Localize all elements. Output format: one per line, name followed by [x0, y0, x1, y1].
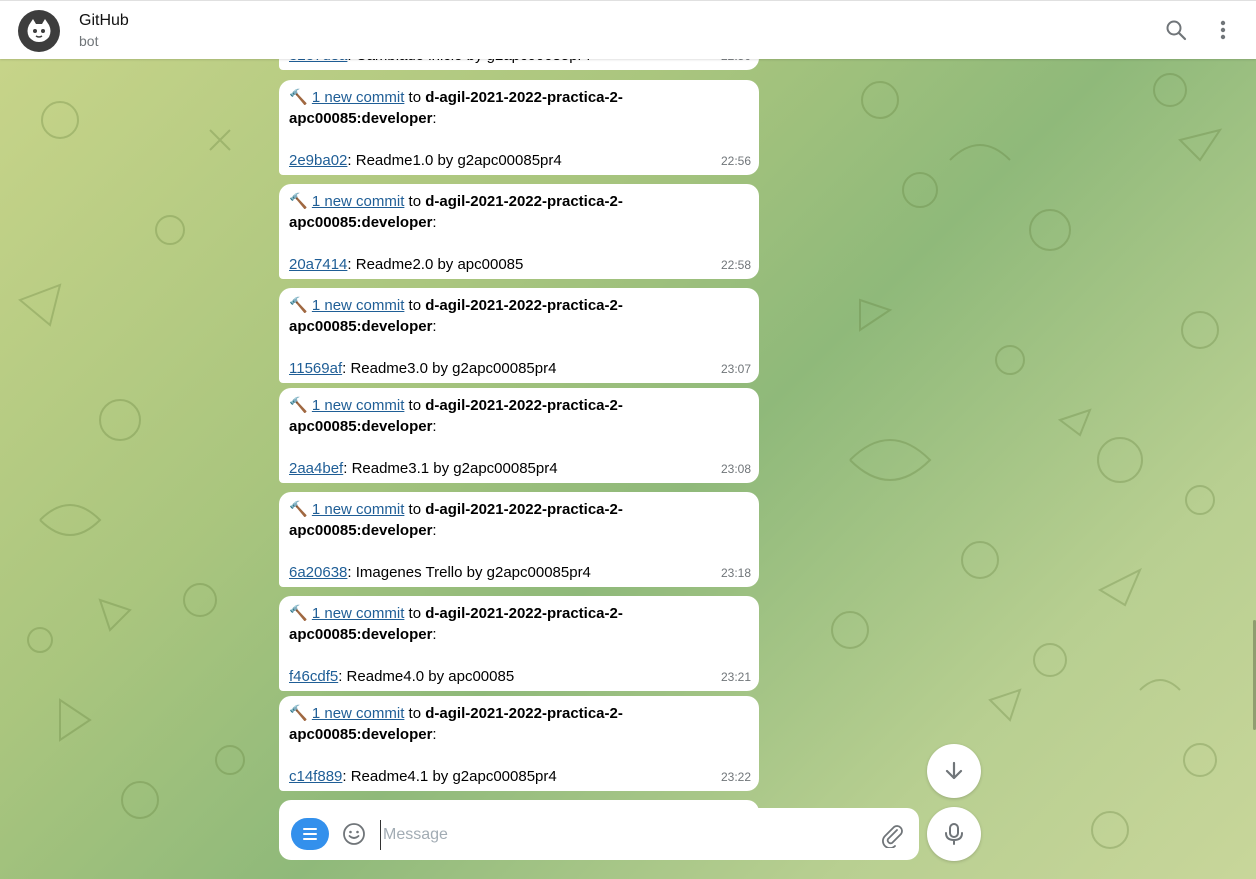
commit-message: : Readme3.1 by g2apc00085pr4 — [343, 460, 558, 477]
hammer-icon: 🔨 — [289, 89, 308, 106]
branch-name: apc00085:developer — [289, 522, 433, 539]
arrow-down-icon — [945, 761, 963, 780]
branch-name: apc00085:developer — [289, 214, 433, 231]
message-bubble[interactable]: 🔨 1 new commit to d-agil-2021-2022-pract… — [279, 388, 759, 483]
colon-text: : — [432, 726, 437, 743]
message-bubble[interactable]: 🔨 1 new commit to d-agil-2021-2022-pract… — [279, 288, 759, 383]
new-commit-link[interactable]: 1 new commit — [312, 605, 405, 622]
new-commit-link[interactable]: 1 new commit — [312, 193, 405, 210]
branch-name: apc00085:developer — [289, 110, 433, 127]
message-time: 23:22 — [720, 770, 751, 784]
new-commit-link[interactable]: 1 new commit — [312, 705, 405, 722]
commit-hash-link[interactable]: 6a20638 — [289, 564, 347, 581]
commit-hash-link[interactable]: 2aa4bef — [289, 460, 343, 477]
new-commit-link[interactable]: 1 new commit — [312, 397, 405, 414]
branch-name: apc00085:developer — [289, 318, 433, 335]
message-bubble[interactable]: 🔨 1 new commit to d-agil-2021-2022-pract… — [279, 184, 759, 279]
message-to-text: to — [404, 605, 426, 622]
new-commit-link[interactable]: 1 new commit — [312, 501, 405, 518]
colon-text: : — [432, 626, 437, 643]
message-time: 23:07 — [720, 362, 751, 376]
message-bubble[interactable]: 🔨 1 new commit to d-agil-2021-2022-pract… — [279, 596, 759, 691]
colon-text: : — [432, 418, 437, 435]
search-icon — [1166, 20, 1187, 41]
repo-name: d-agil-2021-2022-practica-2- — [425, 297, 623, 314]
repo-name: d-agil-2021-2022-practica-2- — [425, 501, 623, 518]
commit-message: : Readme3.0 by g2apc00085pr4 — [342, 360, 557, 377]
message-to-text: to — [404, 297, 426, 314]
repo-name: d-agil-2021-2022-practica-2- — [425, 605, 623, 622]
hammer-icon: 🔨 — [289, 705, 308, 722]
hammer-icon: 🔨 — [289, 397, 308, 414]
voice-message-button[interactable] — [927, 807, 981, 861]
branch-name: apc00085:developer — [289, 418, 433, 435]
chat-title: GitHub — [79, 12, 129, 29]
bot-menu-button[interactable] — [291, 818, 329, 850]
message-bubble[interactable]: 🔨 1 new commit to d-agil-2021-2022-pract… — [279, 696, 759, 791]
colon-text: : — [432, 110, 437, 127]
more-options-button[interactable] — [1208, 15, 1238, 45]
search-button[interactable] — [1161, 15, 1191, 45]
hammer-icon: 🔨 — [289, 605, 308, 622]
colon-text: : — [432, 214, 437, 231]
message-to-text: to — [404, 501, 426, 518]
hammer-icon: 🔨 — [289, 297, 308, 314]
new-commit-link[interactable]: 1 new commit — [312, 89, 405, 106]
colon-text: : — [432, 318, 437, 335]
commit-message: : Imagenes Trello by g2apc00085pr4 — [347, 564, 591, 581]
commit-hash-link[interactable]: f46cdf5 — [289, 668, 338, 685]
repo-name: d-agil-2021-2022-practica-2- — [425, 89, 623, 106]
hammer-icon: 🔨 — [289, 193, 308, 210]
message-to-text: to — [404, 397, 426, 414]
branch-name: apc00085:developer — [289, 726, 433, 743]
more-vertical-icon — [1220, 20, 1226, 40]
message-bubble[interactable]: 🔨 1 new commit to d-agil-2021-2022-pract… — [279, 492, 759, 587]
colon-text: : — [432, 522, 437, 539]
commit-message: : Readme1.0 by g2apc00085pr4 — [347, 152, 562, 169]
message-time: 23:18 — [720, 566, 751, 580]
message-list[interactable]: 32e7d8a: Cambiado inicio by g2apc00085pr… — [0, 0, 1256, 879]
commit-hash-link[interactable]: 11569af — [289, 360, 342, 377]
message-to-text: to — [404, 193, 426, 210]
message-time: 22:58 — [720, 258, 751, 272]
message-composer[interactable] — [279, 808, 919, 860]
attach-button[interactable] — [879, 822, 905, 849]
commit-message: : Readme4.1 by g2apc00085pr4 — [342, 768, 557, 785]
paperclip-icon — [882, 825, 903, 849]
cat-icon — [27, 19, 51, 42]
message-time: 23:08 — [720, 462, 751, 476]
emoji-icon — [343, 823, 365, 845]
new-commit-link[interactable]: 1 new commit — [312, 297, 405, 314]
commit-hash-link[interactable]: c14f889 — [289, 768, 342, 785]
hammer-icon: 🔨 — [289, 501, 308, 518]
message-bubble[interactable]: 🔨 1 new commit to d-agil-2021-2022-pract… — [279, 80, 759, 175]
repo-name: d-agil-2021-2022-practica-2- — [425, 397, 623, 414]
menu-icon — [303, 828, 317, 840]
avatar[interactable] — [18, 10, 60, 52]
microphone-icon — [945, 823, 963, 845]
message-time: 22:56 — [720, 154, 751, 168]
message-input[interactable] — [380, 820, 865, 850]
repo-name: d-agil-2021-2022-practica-2- — [425, 193, 623, 210]
commit-hash-link[interactable]: 2e9ba02 — [289, 152, 347, 169]
repo-name: d-agil-2021-2022-practica-2- — [425, 705, 623, 722]
chat-header[interactable]: GitHub bot — [0, 0, 1256, 59]
branch-name: apc00085:developer — [289, 626, 433, 643]
commit-message: : Readme4.0 by apc00085 — [338, 668, 515, 685]
message-time: 23:21 — [720, 670, 751, 684]
scroll-down-button[interactable] — [927, 744, 981, 798]
emoji-button[interactable] — [342, 822, 366, 846]
chat-subtitle: bot — [79, 33, 99, 49]
message-to-text: to — [404, 89, 426, 106]
commit-hash-link[interactable]: 20a7414 — [289, 256, 347, 273]
message-to-text: to — [404, 705, 426, 722]
commit-message: : Readme2.0 by apc00085 — [347, 256, 524, 273]
